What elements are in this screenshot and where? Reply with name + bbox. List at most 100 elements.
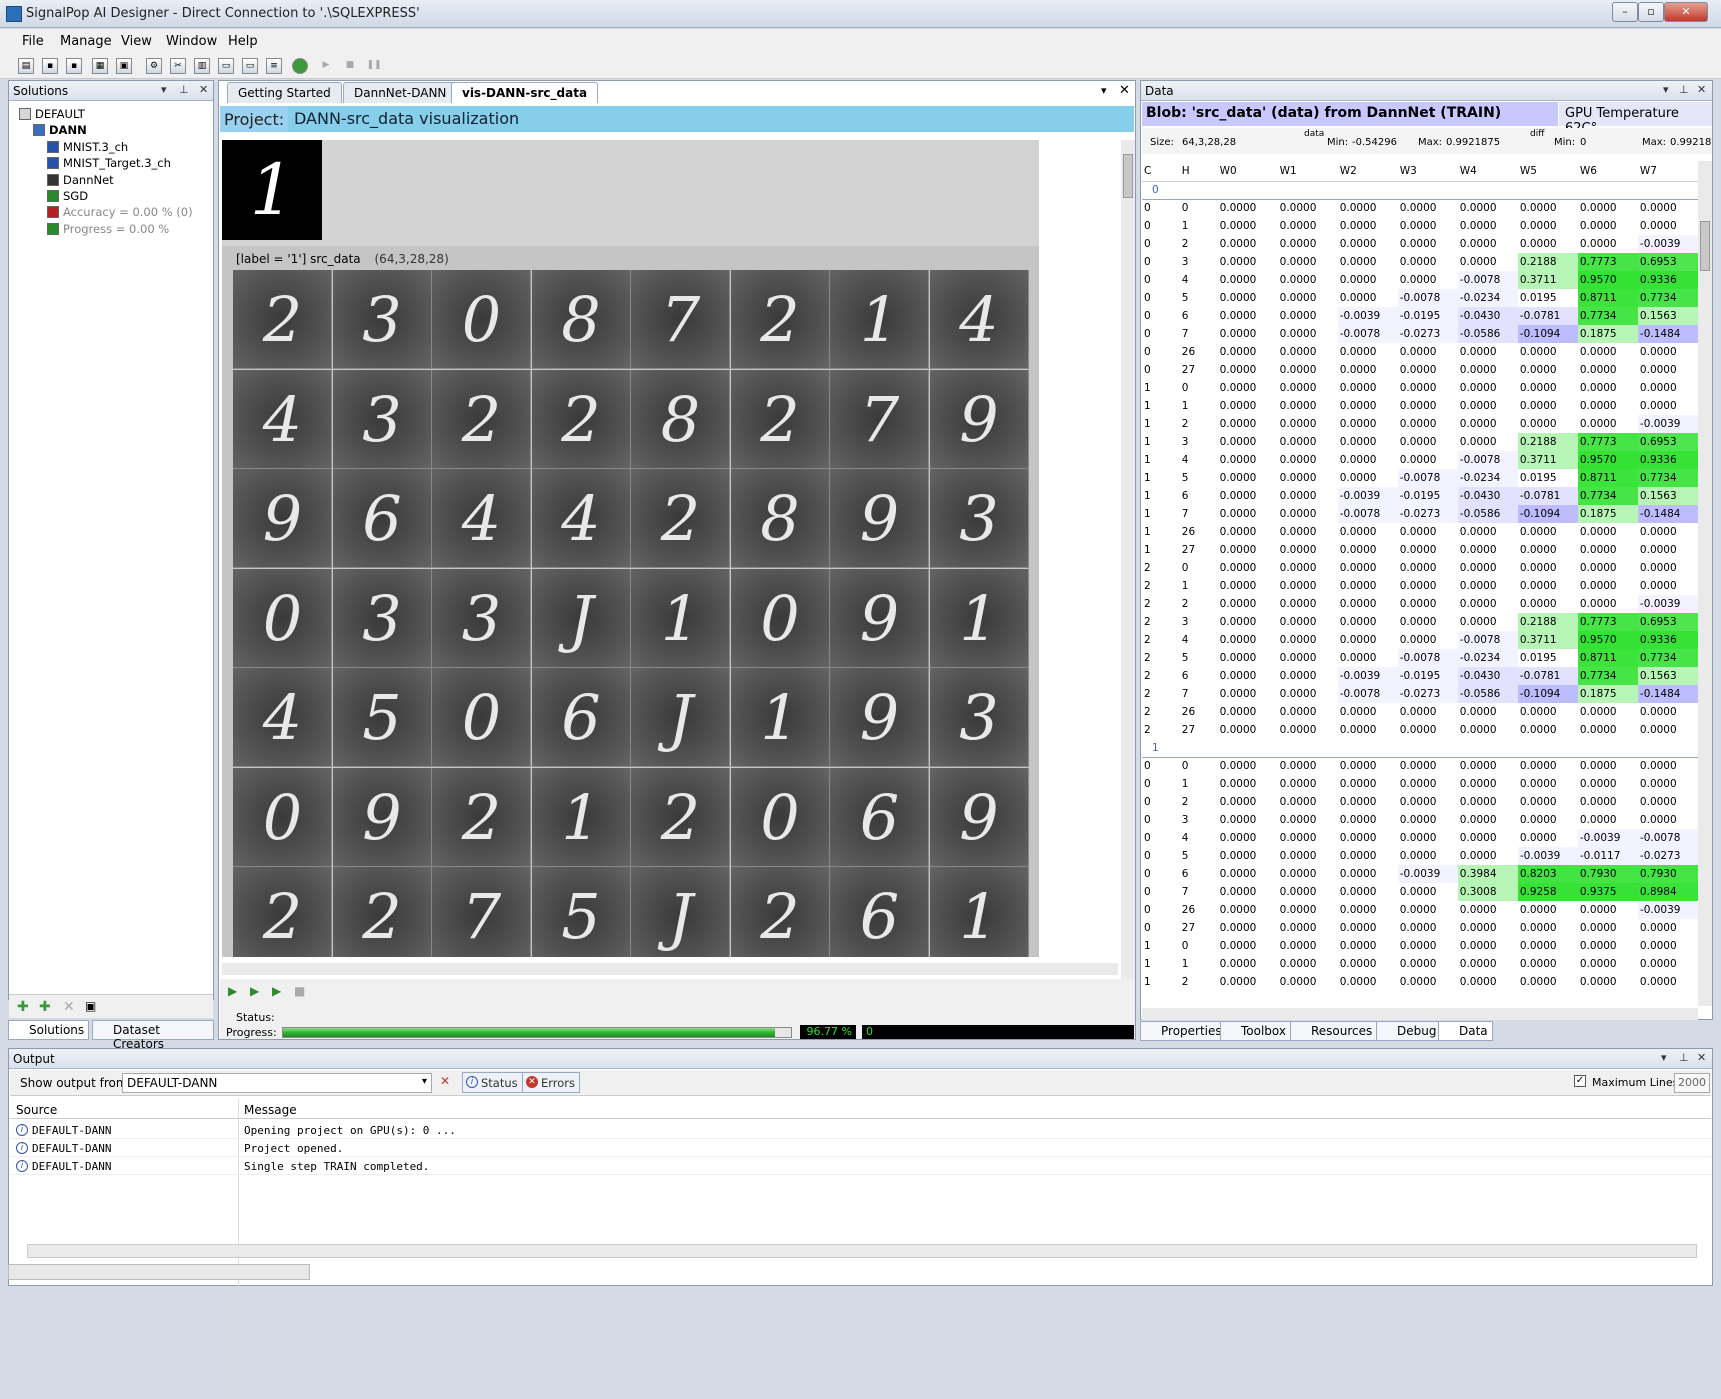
data-vertical-scrollbar[interactable] [1698,161,1712,1006]
column-header[interactable]: W2 [1337,161,1398,182]
column-header[interactable]: C [1142,161,1180,182]
menu-manage[interactable]: Manage [60,34,112,49]
add-icon[interactable]: ✚ [17,999,29,1015]
column-header[interactable]: W7 [1637,161,1698,182]
clear-output-icon[interactable]: ✕ [440,1074,450,1088]
tab-debug[interactable]: Debug [1376,1021,1442,1041]
max-lines-input[interactable]: 2000 [1674,1073,1710,1093]
tab-resources[interactable]: Resources [1290,1021,1378,1041]
data-panel-menu-icon[interactable]: ▾ [1663,83,1669,96]
table-cell: 2 [1181,418,1189,430]
table-cell: 0 [1144,256,1151,268]
table-cell: 0.0000 [1219,922,1257,934]
tree-item[interactable]: Progress = 0.00 % [47,222,169,236]
table-cell: -0.0273 [1637,847,1698,865]
errors-filter-button[interactable]: ✕ Errors [522,1072,581,1093]
menu-window[interactable]: Window [166,34,217,49]
output-row[interactable]: i DEFAULT-DANN Project opened. [10,1139,1711,1157]
table-cell: 0.0000 [1339,562,1377,574]
output-source-select[interactable]: DEFAULT-DANN ▾ [122,1073,432,1093]
viz-scroll-thumb[interactable] [1123,154,1133,198]
table-cell: 0.0000 [1639,814,1677,826]
run-icon[interactable]: ▶ [228,984,237,998]
tree-item[interactable]: DANN [33,123,87,137]
column-header[interactable]: W0 [1217,161,1278,182]
column-header[interactable]: H [1179,161,1218,182]
run-step-icon[interactable]: ▶ [250,984,259,998]
column-header[interactable]: W3 [1397,161,1458,182]
tree-item[interactable]: Accuracy = 0.00 % (0) [47,205,193,219]
save-icon[interactable]: ▪ [42,58,58,74]
panel-close-icon[interactable]: ✕ [199,83,208,96]
tools-icon[interactable]: ✂ [170,58,186,74]
tab-toolbox[interactable]: Toolbox [1220,1021,1291,1041]
run-test-icon[interactable]: ▶ [272,984,281,998]
viz-horizontal-scrollbar[interactable] [222,963,1118,975]
table-row: 0 0 0.0000 0.0000 0.0000 0.0000 0.0000 0.0000 0.… [1142,757,1698,775]
panel-menu-icon[interactable]: ▾ [161,83,167,96]
tree-item[interactable]: MNIST.3_ch [47,140,128,154]
globe-icon[interactable] [292,58,308,74]
tree-item[interactable]: MNIST_Target.3_ch [47,156,171,170]
window-icon[interactable]: ▭ [218,58,234,74]
column-header[interactable]: W5 [1517,161,1578,182]
stop-icon[interactable]: ■ [342,58,358,74]
properties-icon[interactable]: ▣ [85,999,96,1013]
tab-dannnet-dann[interactable]: DannNet-DANN [343,82,458,103]
minimize-button[interactable]: – [1612,2,1638,22]
output-message: Single step TRAIN completed. [244,1160,430,1173]
tree-item[interactable]: SGD [47,189,88,203]
list-icon[interactable]: ≡ [266,58,282,74]
data-horizontal-scrollbar[interactable] [1142,1008,1698,1020]
play-icon[interactable]: ▶ [318,58,334,74]
tree-item[interactable]: DEFAULT [19,107,85,121]
delete-icon[interactable]: ✕ [63,999,75,1015]
window2-icon[interactable]: ▭ [242,58,258,74]
data-pin-icon[interactable]: ⊥ [1679,83,1689,96]
digit-glyph: J [668,681,693,754]
output-horizontal-scrollbar[interactable] [27,1244,1697,1258]
chart-icon[interactable]: ▥ [194,58,210,74]
tab-solutions[interactable]: Solutions [8,1020,90,1040]
data-scroll-thumb[interactable] [1700,221,1710,271]
pause-icon[interactable]: ❚❚ [366,58,382,74]
tree-item[interactable]: DannNet [47,173,114,187]
column-header[interactable]: W1 [1277,161,1338,182]
tab-properties[interactable]: Properties [1140,1021,1227,1041]
menu-file[interactable]: File [22,34,44,49]
open-icon[interactable]: ▤ [18,58,34,74]
tab-data[interactable]: Data [1438,1021,1493,1041]
close-window-button[interactable]: ✕ [1664,2,1708,22]
data-min-label: Min: [1327,137,1349,148]
close-doc-icon[interactable]: ✕ [1119,83,1130,98]
tab-dataset-creators[interactable]: Dataset Creators [92,1020,214,1051]
status-filter-button[interactable]: i Status [462,1072,523,1093]
tab-getting-started[interactable]: Getting Started [227,82,342,103]
table-cell: 6 [1181,490,1189,502]
output-menu-icon[interactable]: ▾ [1661,1051,1667,1064]
viz-vertical-scrollbar[interactable] [1121,140,1135,1037]
digit-cell: 7 [432,867,531,957]
tab-vis-dann-src-data[interactable]: vis-DANN-src_data [451,82,599,103]
menu-help[interactable]: Help [228,34,258,49]
save-all-icon[interactable]: ▪ [66,58,82,74]
maximize-button[interactable]: ▫ [1638,2,1664,22]
max-lines-checkbox[interactable]: ✓ [1574,1075,1586,1087]
menu-view[interactable]: View [121,34,152,49]
pin-icon[interactable]: ⊥ [179,83,189,96]
column-header[interactable]: W4 [1457,161,1518,182]
column-header[interactable]: W6 [1577,161,1638,182]
table-cell: 2 [1144,670,1151,682]
add-item-icon[interactable]: ✚ [39,999,51,1015]
output-close-icon[interactable]: ✕ [1697,1051,1706,1064]
data-close-icon[interactable]: ✕ [1697,83,1706,96]
project-icon[interactable]: ▦ [92,58,108,74]
output-row[interactable]: i DEFAULT-DANN Single step TRAIN completed… [10,1157,1711,1175]
output-pin-icon[interactable]: ⊥ [1679,1051,1689,1064]
settings-icon[interactable]: ⚙ [146,58,162,74]
database-icon[interactable]: ▣ [116,58,132,74]
output-row[interactable]: i DEFAULT-DANN Opening project on GPU(s): … [10,1121,1711,1139]
tab-list-icon[interactable]: ▾ [1101,84,1107,97]
table-cell: 0.1875 [1577,685,1638,703]
abort-icon[interactable]: ■ [294,984,305,998]
